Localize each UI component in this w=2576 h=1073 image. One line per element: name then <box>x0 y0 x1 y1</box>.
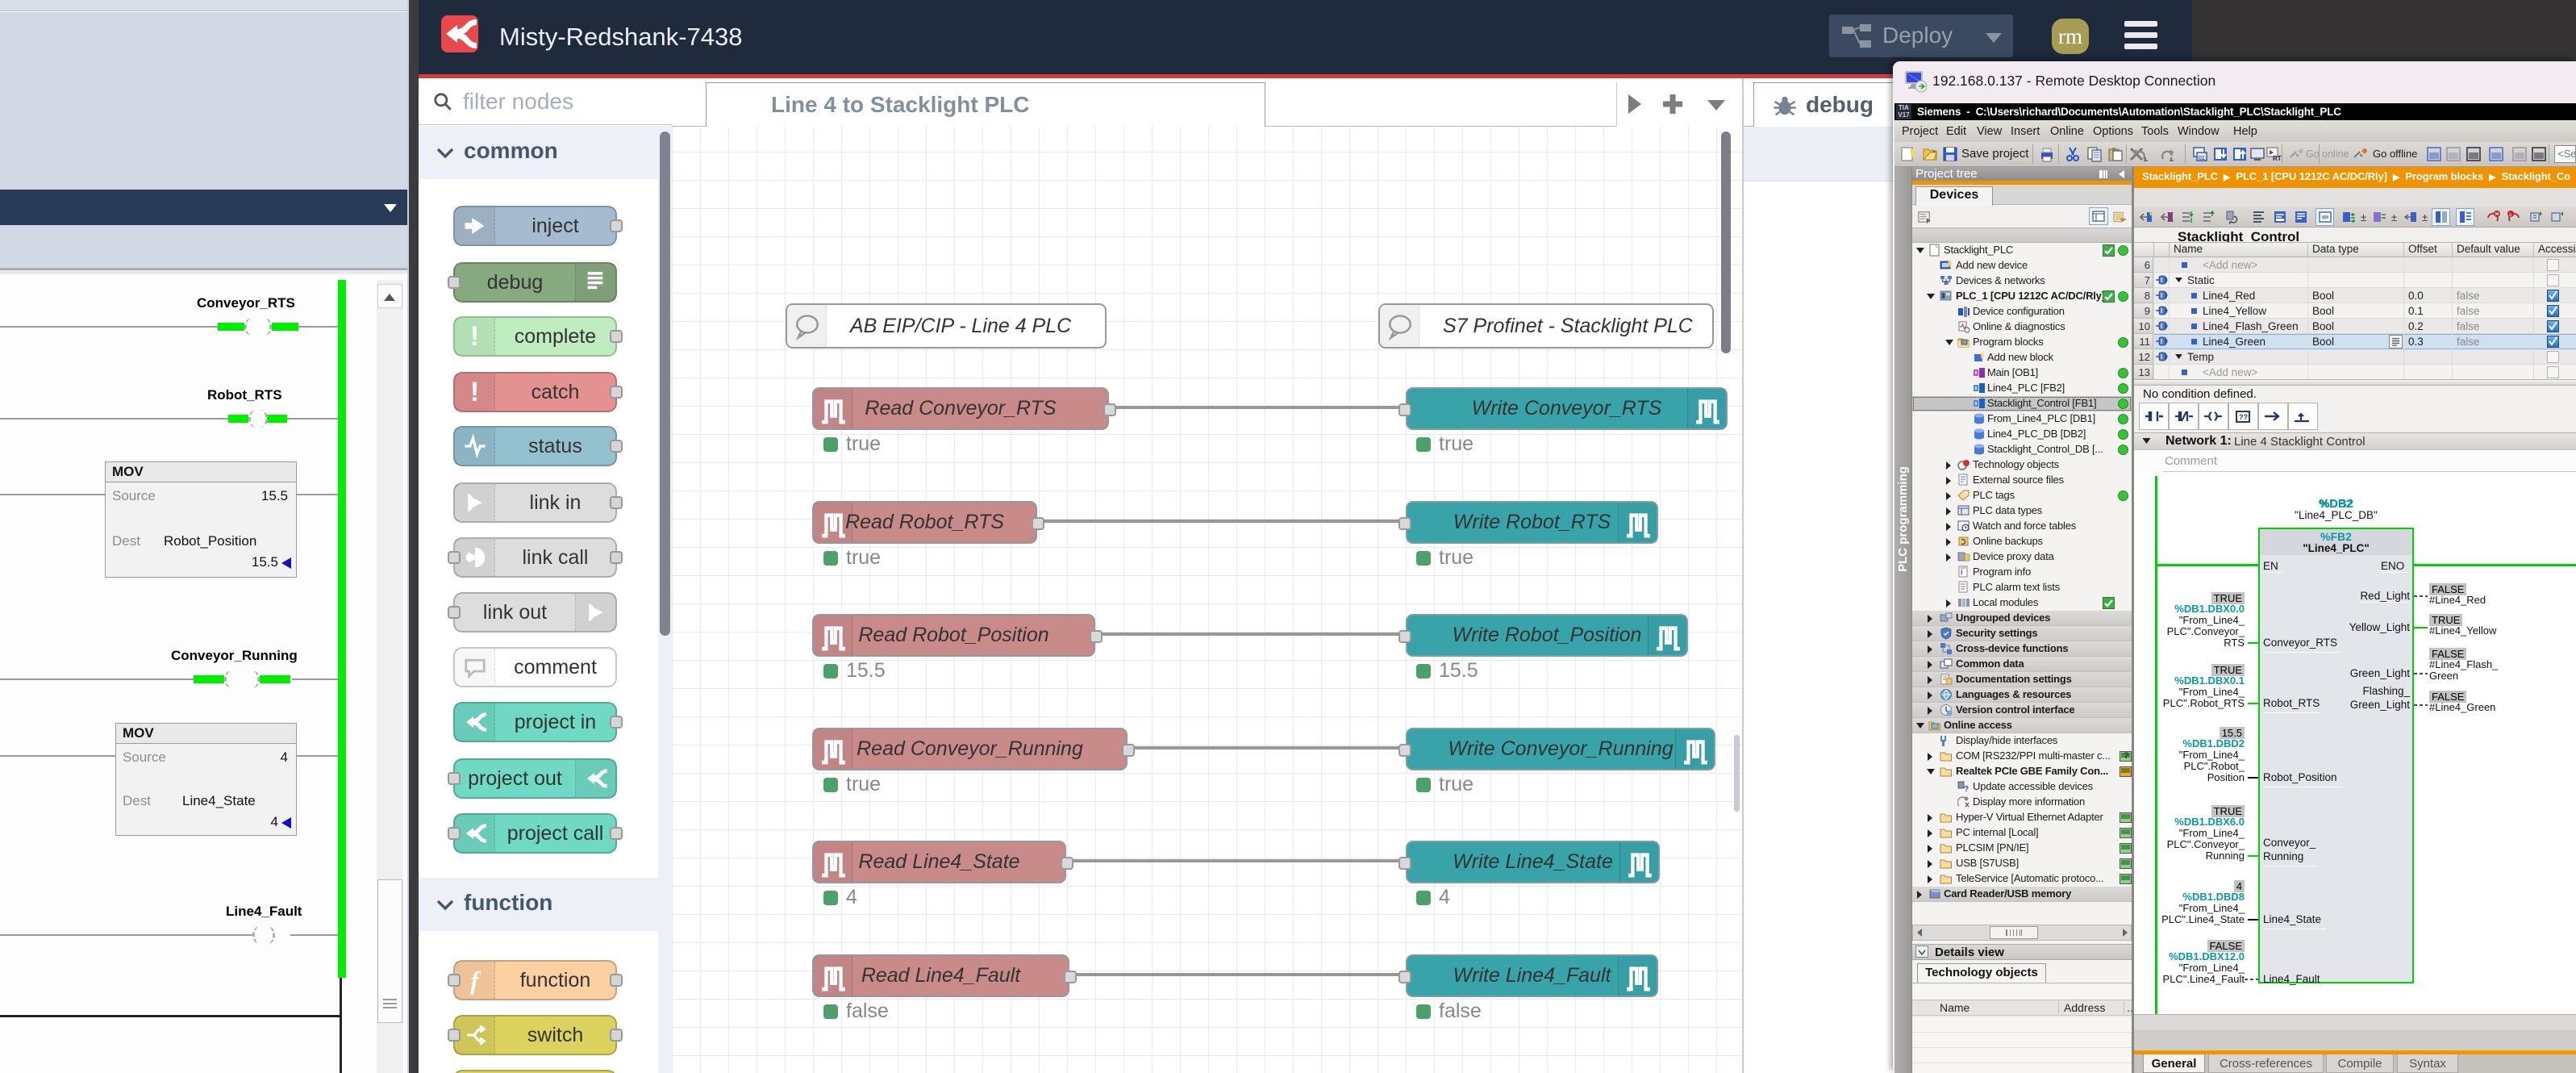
svg-text:01: 01 <box>2199 156 2205 161</box>
svg-text:RT: RT <box>2273 155 2282 162</box>
svg-text:I: I <box>2161 277 2162 284</box>
svg-text:I: I <box>2161 323 2162 330</box>
svg-text:I: I <box>2161 353 2162 361</box>
svg-text:?: ? <box>1964 785 1969 793</box>
svg-text:I: I <box>2161 307 2162 315</box>
svg-text:i: i <box>1961 568 1963 576</box>
svg-text:I: I <box>2161 292 2162 299</box>
svg-text:??: ?? <box>2239 413 2248 421</box>
svg-text:I: I <box>2161 338 2162 345</box>
